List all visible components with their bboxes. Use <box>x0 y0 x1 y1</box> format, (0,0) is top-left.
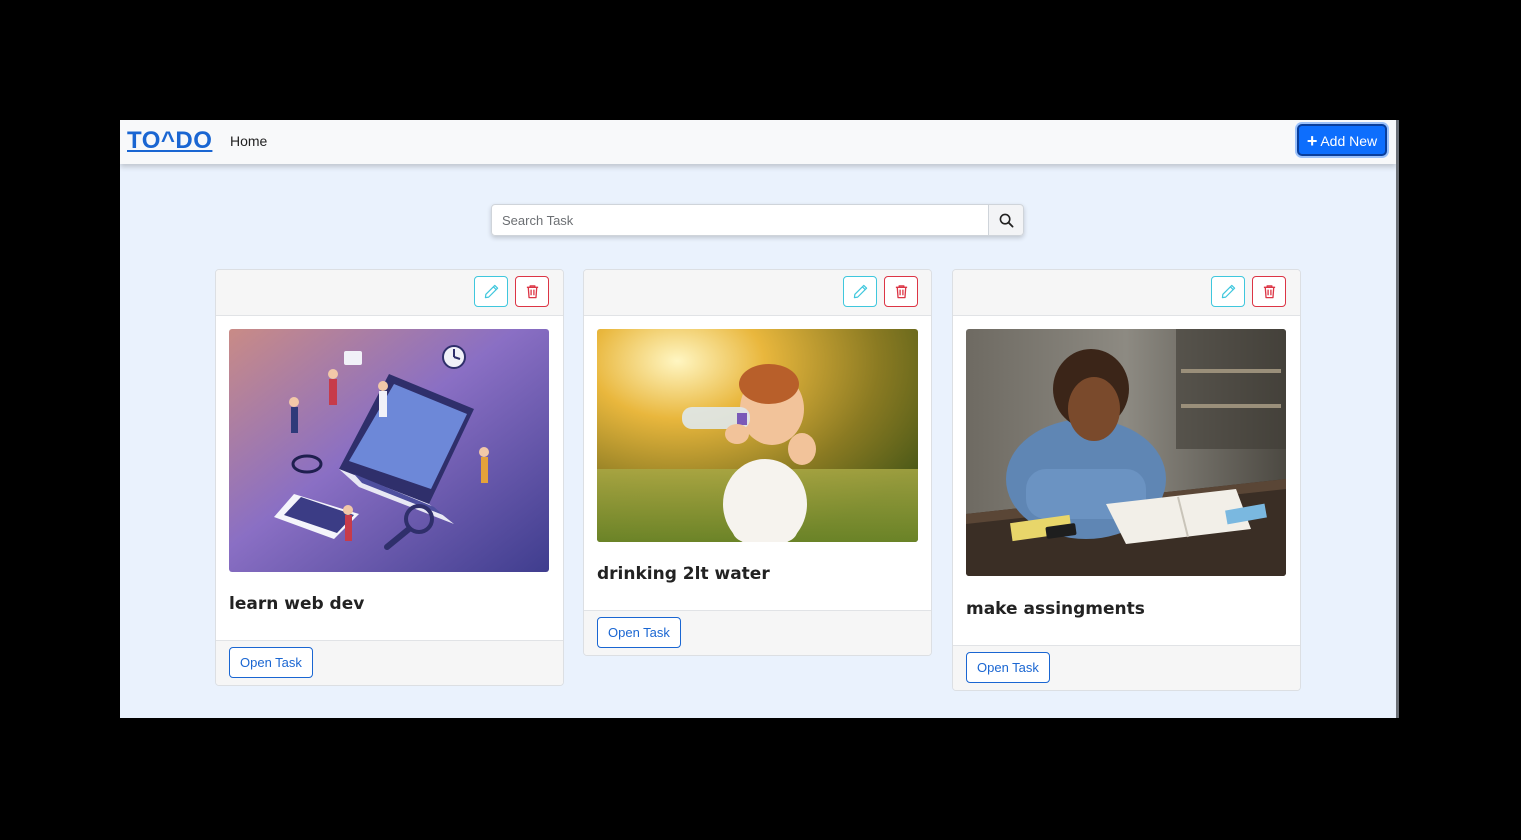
task-image <box>966 329 1286 576</box>
card-header <box>953 270 1300 316</box>
delete-button[interactable] <box>1252 276 1286 307</box>
task-image <box>229 329 549 572</box>
edit-button[interactable] <box>843 276 877 307</box>
app-window: TO^DO Home + Add New Search Task learn w… <box>120 120 1398 718</box>
pencil-icon <box>1221 284 1236 299</box>
add-new-button[interactable]: + Add New <box>1297 124 1387 156</box>
nav-link-home[interactable]: Home <box>230 132 267 150</box>
edit-button[interactable] <box>1211 276 1245 307</box>
trash-icon <box>1263 285 1276 299</box>
open-task-button[interactable]: Open Task <box>966 652 1050 683</box>
search-input[interactable] <box>491 204 989 236</box>
plus-icon: + <box>1306 131 1318 151</box>
task-title: learn web dev <box>229 594 365 614</box>
brand-logo[interactable]: TO^DO <box>127 127 212 155</box>
task-card: drinking 2lt water Open Task <box>583 269 932 656</box>
card-footer: Open Task <box>584 610 931 655</box>
pencil-icon <box>484 284 499 299</box>
open-task-button[interactable]: Open Task <box>229 647 313 678</box>
search-button[interactable] <box>989 204 1024 236</box>
task-card: make assingments Open Task <box>952 269 1301 691</box>
card-footer: Open Task <box>216 640 563 685</box>
card-header <box>584 270 931 316</box>
window-edge <box>1396 120 1399 718</box>
search-bar <box>491 204 1024 236</box>
navbar: TO^DO Home + Add New <box>120 120 1396 164</box>
add-new-label: Add New <box>1320 133 1378 149</box>
open-task-button[interactable]: Open Task <box>597 617 681 648</box>
card-footer: Open Task <box>953 645 1300 690</box>
task-title: drinking 2lt water <box>597 564 770 584</box>
card-header <box>216 270 563 316</box>
task-card: learn web dev Open Task <box>215 269 564 686</box>
search-icon <box>999 213 1014 228</box>
trash-icon <box>895 285 908 299</box>
trash-icon <box>526 285 539 299</box>
task-title: make assingments <box>966 599 1145 619</box>
delete-button[interactable] <box>515 276 549 307</box>
task-image <box>597 329 918 542</box>
pencil-icon <box>853 284 868 299</box>
edit-button[interactable] <box>474 276 508 307</box>
delete-button[interactable] <box>884 276 918 307</box>
